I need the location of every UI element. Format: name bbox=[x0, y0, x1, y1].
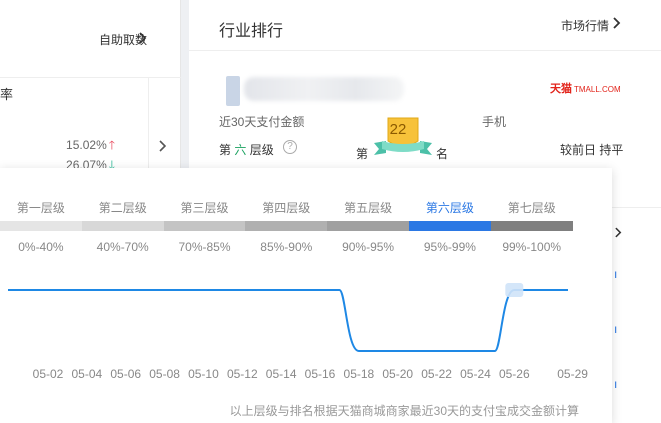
x-tick-label: 05-04 bbox=[72, 367, 103, 381]
help-icon[interactable]: ? bbox=[283, 140, 297, 154]
metric-value-up: 15.02% 🡑 bbox=[66, 136, 115, 157]
tier-name: 第四层级 bbox=[262, 201, 311, 215]
tier-number: 六 bbox=[234, 143, 247, 157]
left-card-header bbox=[0, 0, 181, 78]
hover-highlight-marker[interactable] bbox=[505, 283, 524, 297]
tmall-logo-en: TMALL.COM bbox=[574, 85, 621, 94]
tier-suffix: 层级 bbox=[249, 143, 274, 157]
x-tick-label: 05-08 bbox=[149, 367, 180, 381]
tier-range: 99%-100% bbox=[502, 240, 562, 254]
tier-range: 90%-95% bbox=[342, 240, 395, 254]
tier-item[interactable]: 第一层级 bbox=[0, 199, 82, 235]
tier-label: 第 六 层级 bbox=[219, 141, 274, 158]
tmall-logo: 天猫 TMALL.COM bbox=[550, 80, 621, 96]
x-tick-label: 05-02 bbox=[33, 367, 64, 381]
header-divider bbox=[189, 50, 661, 51]
tier-bar bbox=[409, 221, 491, 231]
tier-bar bbox=[327, 221, 409, 231]
tier-bar bbox=[0, 221, 82, 231]
rate-label: 率 bbox=[0, 87, 14, 102]
tier-range: 95%-99% bbox=[423, 240, 476, 254]
trend-marker-icon: ı bbox=[614, 322, 618, 336]
tier-name: 第二层级 bbox=[98, 201, 147, 215]
x-tick-label: 05-29 bbox=[557, 367, 588, 381]
x-tick-label: 05-26 bbox=[499, 367, 530, 381]
tier-ranges: 0%-40% 40%-70% 70%-85% 85%-90% 90%-95% 95%-99… bbox=[0, 240, 573, 256]
tier-legend: 第一层级 第二层级 第三层级 第四层级 第五层级 第六层级 第七层级 bbox=[0, 199, 573, 235]
tier-range: 0%-40% bbox=[18, 240, 64, 254]
rank-prefix: 第 bbox=[356, 147, 369, 161]
rank-number: 22 bbox=[389, 121, 407, 138]
tier-bar bbox=[490, 221, 573, 231]
x-tick-label: 05-24 bbox=[460, 367, 491, 381]
card-title: 行业排行 bbox=[219, 23, 284, 40]
chevron-right-icon[interactable] bbox=[159, 139, 167, 157]
tier-name: 第五层级 bbox=[344, 201, 393, 215]
x-tick-label: 05-06 bbox=[110, 367, 141, 381]
tier-trend-chart: 05-02 05-04 05-06 05-08 05-10 05-12 05-14 05-16… bbox=[8, 283, 588, 381]
compare-previous-day: 较前日 持平 bbox=[560, 143, 624, 157]
tier-name: 第七层级 bbox=[507, 201, 556, 215]
tier-bar bbox=[245, 221, 328, 231]
metric-value-up-text: 15.02% bbox=[66, 138, 107, 152]
arrow-up-icon: 🡑 bbox=[108, 138, 115, 152]
tier-item[interactable]: 第七层级 bbox=[490, 199, 573, 235]
tier-item[interactable]: 第三层级 bbox=[163, 199, 246, 235]
tier-name: 第三层级 bbox=[180, 201, 229, 215]
x-tick-label: 05-12 bbox=[227, 367, 258, 381]
right-strip-divider bbox=[612, 207, 661, 208]
tier-range: 85%-90% bbox=[260, 240, 313, 254]
tier-range: 70%-85% bbox=[178, 240, 231, 254]
rank-suffix: 名 bbox=[436, 147, 449, 161]
x-tick-label: 05-14 bbox=[266, 367, 297, 381]
footnote: 以上层级与排名根据天猫商城商家最近30天的支付宝成交金额计算 bbox=[229, 404, 579, 418]
chevron-right-icon[interactable] bbox=[613, 17, 621, 29]
x-tick-label: 05-10 bbox=[188, 367, 219, 381]
series-line bbox=[8, 289, 568, 352]
shop-avatar bbox=[226, 76, 240, 106]
x-tick-label: 05-22 bbox=[421, 367, 452, 381]
trend-marker-icon: ı bbox=[614, 267, 618, 281]
tier-item[interactable]: 第五层级 bbox=[327, 199, 409, 235]
tier-range: 40%-70% bbox=[96, 240, 149, 254]
left-divider bbox=[148, 78, 149, 178]
tmall-logo-cn: 天猫 bbox=[550, 83, 572, 95]
tier-item[interactable]: 第六层级 bbox=[409, 199, 491, 235]
market-link[interactable]: 市场行情 bbox=[561, 17, 609, 34]
chevron-right-icon[interactable] bbox=[139, 32, 147, 44]
tier-item[interactable]: 第二层级 bbox=[81, 199, 164, 235]
pay-amount-label: 近30天支付金额 bbox=[219, 115, 305, 129]
tier-prefix: 第 bbox=[219, 143, 232, 157]
tier-trend-popup: 第一层级 第二层级 第三层级 第四层级 第五层级 第六层级 第七层级 0%-40% 40%-7… bbox=[0, 168, 612, 423]
tier-bar bbox=[163, 221, 246, 231]
chevron-right-icon[interactable] bbox=[615, 225, 622, 243]
x-tick-label: 05-20 bbox=[382, 367, 413, 381]
x-tick-label: 05-16 bbox=[305, 367, 336, 381]
category-label: 手机 bbox=[482, 115, 507, 129]
shop-name-blurred bbox=[244, 77, 404, 101]
trend-marker-icon: ı bbox=[614, 377, 618, 391]
x-tick-label: 05-18 bbox=[344, 367, 375, 381]
tier-name: 第一层级 bbox=[16, 201, 65, 215]
tier-name: 第六层级 bbox=[425, 201, 474, 215]
tier-bar bbox=[81, 221, 164, 231]
tier-item[interactable]: 第四层级 bbox=[245, 199, 328, 235]
